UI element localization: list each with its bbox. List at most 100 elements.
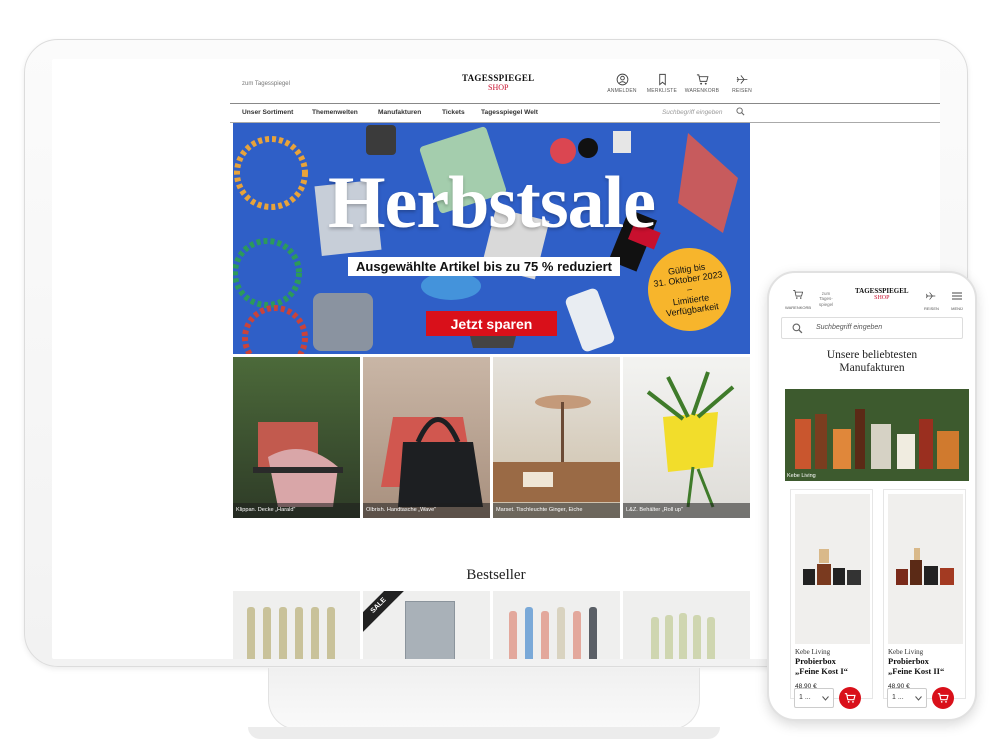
mobile-section-title: Unsere beliebtesten Manufakturen: [769, 349, 975, 374]
nav-item-tickets[interactable]: Tickets: [442, 109, 465, 116]
product-brand: Kebe Living: [795, 648, 831, 656]
plane-icon: [736, 75, 747, 84]
mobile-manufaktur-banner[interactable]: Kebe Living: [785, 389, 969, 481]
product-name: Probierbox „Feine Kost II“: [888, 656, 968, 677]
bottle: [263, 607, 271, 659]
login-label: ANMELDEN: [607, 88, 637, 94]
search-icon[interactable]: [736, 107, 745, 116]
monitor-stand: [268, 668, 700, 730]
jars-image: [785, 389, 969, 481]
mobile-product-card[interactable]: Kebe Living Probierbox „Feine Kost II“ 4…: [883, 489, 966, 699]
mobile-logo[interactable]: TAGESSPIEGEL SHOP: [855, 287, 909, 302]
main-navigation: Unser Sortiment Themenwelten Manufakture…: [230, 104, 940, 122]
blanket-chair-image: [253, 422, 343, 507]
mobile-travel-button[interactable]: REISEN: [924, 288, 939, 311]
mobile-product-card[interactable]: Kebe Living Probierbox „Feine Kost I“ 48…: [790, 489, 873, 699]
quantity-value: 1 ...: [799, 694, 811, 701]
product-name-line: „Feine Kost II“: [888, 665, 945, 676]
mobile-section-title-line: Manufakturen: [839, 361, 905, 374]
hero-title: Herbstsale: [327, 162, 656, 244]
nav-item-sortiment[interactable]: Unser Sortiment: [242, 109, 293, 116]
handbag-image: [381, 417, 483, 507]
bestseller-product[interactable]: [493, 591, 620, 659]
cart-icon: [793, 290, 804, 299]
to-tagesspiegel-link[interactable]: zum Tagesspiegel: [242, 81, 290, 87]
hero-banner[interactable]: Herbstsale Ausgewählte Artikel bis zu 75…: [233, 123, 750, 354]
banner-caption: Kebe Living: [787, 473, 816, 479]
bottle: [707, 617, 715, 659]
bottle: [509, 611, 517, 659]
bottle: [573, 611, 581, 659]
logo-subtext: SHOP: [488, 83, 509, 92]
bottle: [665, 615, 673, 659]
search-input[interactable]: Suchbegriff eingeben: [662, 109, 722, 116]
shop-now-button[interactable]: Jetzt sparen: [426, 311, 557, 336]
tile-lz[interactable]: L&Z. Behälter „Roll up“: [623, 357, 750, 518]
tile-caption: Klippan. Decke „Harald“: [233, 503, 360, 518]
product-name-line: „Feine Kost I“: [795, 665, 848, 676]
plant-container-image: [646, 371, 735, 508]
tile-marset[interactable]: Marset. Tischleuchte Ginger, Eiche: [493, 357, 620, 518]
product-image: [795, 494, 870, 644]
bestseller-product[interactable]: [623, 591, 750, 659]
bookmark-icon: [658, 73, 666, 86]
search-icon: [792, 323, 803, 334]
mobile-to-paper-link[interactable]: zum Tages-spiegel: [815, 291, 837, 307]
bottle: [327, 607, 335, 659]
cart-label: WARENKORB: [684, 88, 720, 94]
mobile-search-input[interactable]: Suchbegriff eingeben: [781, 317, 963, 339]
tile-olbrish[interactable]: Olbrish. Handtasche „Wave“: [363, 357, 490, 518]
bottle: [679, 613, 687, 659]
desktop-header: zum Tagesspiegel TAGESSPIEGEL SHOP ANMEL…: [52, 59, 940, 103]
add-to-cart-button[interactable]: [932, 687, 954, 709]
nav-item-manufakturen[interactable]: Manufakturen: [378, 109, 421, 116]
mobile-section-title-line: Unsere beliebtesten: [826, 349, 918, 361]
tile-caption: L&Z. Behälter „Roll up“: [623, 503, 750, 518]
tile-klippan[interactable]: Klippan. Decke „Harald“: [233, 357, 360, 518]
bestseller-product[interactable]: [233, 591, 360, 659]
bottle: [247, 607, 255, 659]
mobile-logo-subtext: SHOP: [874, 295, 890, 301]
bottle: [693, 615, 701, 659]
tile-caption: Marset. Tischleuchte Ginger, Eiche: [493, 503, 620, 518]
nav-item-tagesspiegel-welt[interactable]: Tagesspiegel Welt: [481, 109, 538, 116]
bottle: [279, 607, 287, 659]
bottle: [557, 607, 565, 659]
travel-button[interactable]: REISEN: [726, 73, 758, 94]
nav-item-themenwelten[interactable]: Themenwelten: [312, 109, 358, 116]
hero-subtitle: Ausgewählte Artikel bis zu 75 % reduzier…: [348, 257, 620, 276]
quantity-value: 1 ...: [892, 694, 904, 701]
quantity-select[interactable]: 1 ...: [794, 688, 834, 708]
cart-icon: [844, 693, 856, 703]
cart-icon: [937, 693, 949, 703]
bottle: [589, 607, 597, 659]
shop-logo[interactable]: TAGESSPIEGEL SHOP: [462, 74, 534, 92]
product-brand: Kebe Living: [888, 648, 924, 656]
logo-text: TAGESSPIEGEL: [462, 73, 535, 83]
mobile-menu-label: MENÜ: [951, 306, 963, 311]
mobile-device: WARENKORB zum Tages-spiegel TAGESSPIEGEL…: [767, 271, 977, 721]
bottle: [525, 607, 533, 659]
login-button[interactable]: ANMELDEN: [606, 73, 638, 94]
bestseller-product[interactable]: SALE: [363, 591, 490, 659]
chevron-down-icon: [915, 696, 922, 701]
bottle: [295, 607, 303, 659]
wishlist-label: MERKLISTE: [646, 88, 678, 94]
user-icon: [616, 73, 628, 86]
product-image: [888, 494, 963, 644]
cart-button[interactable]: WARENKORB: [684, 73, 720, 94]
sale-ribbon: SALE: [363, 591, 406, 633]
add-to-cart-button[interactable]: [839, 687, 861, 709]
mobile-cart-button[interactable]: WARENKORB: [785, 287, 811, 310]
hamburger-icon: [952, 292, 962, 300]
mobile-menu-button[interactable]: MENÜ: [951, 288, 963, 311]
product-box: [405, 601, 455, 659]
device-mockup-scene: zum Tagesspiegel TAGESSPIEGEL SHOP ANMEL…: [0, 0, 1000, 751]
chevron-down-icon: [822, 696, 829, 701]
quantity-select[interactable]: 1 ...: [887, 688, 927, 708]
mobile-logo-text: TAGESSPIEGEL: [855, 287, 909, 295]
mobile-search-placeholder: Suchbegriff eingeben: [816, 324, 883, 331]
wishlist-button[interactable]: MERKLISTE: [646, 73, 678, 94]
mobile-travel-label: REISEN: [924, 306, 939, 311]
tile-caption: Olbrish. Handtasche „Wave“: [363, 503, 490, 518]
